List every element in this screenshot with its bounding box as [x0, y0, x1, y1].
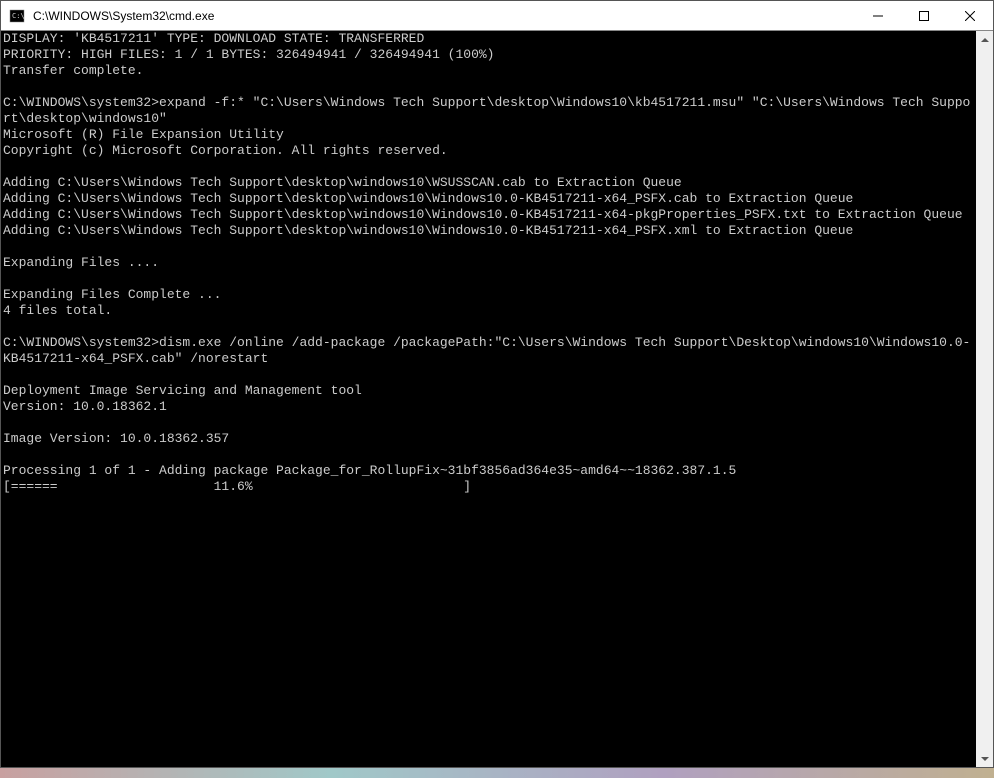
desktop-strip	[0, 768, 994, 778]
terminal-line: Expanding Files Complete ...	[3, 287, 974, 303]
terminal-line: [====== 11.6% ]	[3, 479, 974, 495]
terminal-line: Version: 10.0.18362.1	[3, 399, 974, 415]
maximize-button[interactable]	[901, 1, 947, 30]
terminal-line: Adding C:\Users\Windows Tech Support\des…	[3, 207, 974, 223]
terminal-line: Copyright (c) Microsoft Corporation. All…	[3, 143, 974, 159]
cmd-window: C:\ C:\WINDOWS\System32\cmd.exe DISPLAY:…	[0, 0, 994, 768]
terminal-line: C:\WINDOWS\system32>expand -f:* "C:\User…	[3, 95, 974, 127]
scroll-up-button[interactable]	[976, 31, 993, 48]
terminal-line: Deployment Image Servicing and Managemen…	[3, 383, 974, 399]
terminal-line: Adding C:\Users\Windows Tech Support\des…	[3, 191, 974, 207]
scroll-down-button[interactable]	[976, 750, 993, 767]
terminal-line: Adding C:\Users\Windows Tech Support\des…	[3, 175, 974, 191]
terminal-line	[3, 367, 974, 383]
terminal-output[interactable]: DISPLAY: 'KB4517211' TYPE: DOWNLOAD STAT…	[1, 31, 976, 767]
terminal-line: PRIORITY: HIGH FILES: 1 / 1 BYTES: 32649…	[3, 47, 974, 63]
minimize-button[interactable]	[855, 1, 901, 30]
cmd-icon: C:\	[9, 8, 25, 24]
titlebar[interactable]: C:\ C:\WINDOWS\System32\cmd.exe	[1, 1, 993, 31]
window-controls	[855, 1, 993, 30]
terminal-line	[3, 271, 974, 287]
terminal-line: C:\WINDOWS\system32>dism.exe /online /ad…	[3, 335, 974, 367]
terminal-line: Image Version: 10.0.18362.357	[3, 431, 974, 447]
terminal-line	[3, 79, 974, 95]
terminal-line	[3, 415, 974, 431]
terminal-line	[3, 319, 974, 335]
terminal-line: Adding C:\Users\Windows Tech Support\des…	[3, 223, 974, 239]
terminal-line: Expanding Files ....	[3, 255, 974, 271]
window-title: C:\WINDOWS\System32\cmd.exe	[33, 9, 855, 23]
terminal-line: 4 files total.	[3, 303, 974, 319]
close-button[interactable]	[947, 1, 993, 30]
terminal-line: Transfer complete.	[3, 63, 974, 79]
terminal-line: Processing 1 of 1 - Adding package Packa…	[3, 463, 974, 479]
terminal-line: Microsoft (R) File Expansion Utility	[3, 127, 974, 143]
terminal-wrapper: DISPLAY: 'KB4517211' TYPE: DOWNLOAD STAT…	[1, 31, 993, 767]
terminal-line	[3, 159, 974, 175]
terminal-line: DISPLAY: 'KB4517211' TYPE: DOWNLOAD STAT…	[3, 31, 974, 47]
svg-text:C:\: C:\	[12, 12, 25, 20]
scrollbar[interactable]	[976, 31, 993, 767]
terminal-line	[3, 447, 974, 463]
terminal-line	[3, 239, 974, 255]
